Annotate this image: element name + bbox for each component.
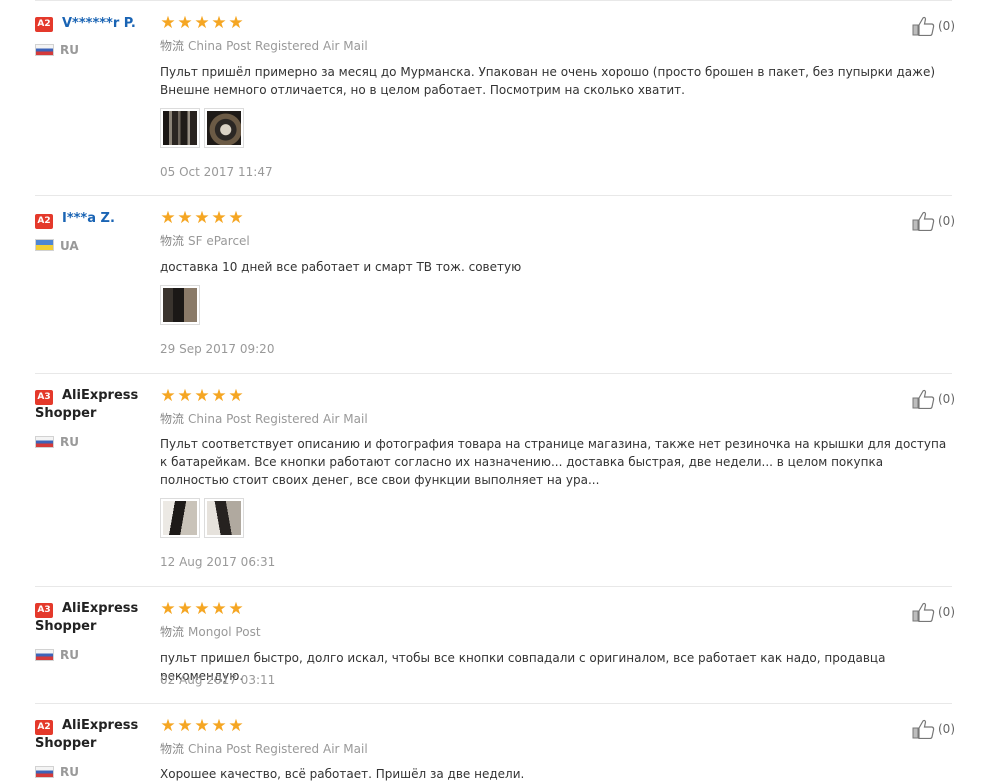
review-text: Пульт соответствует описанию и фотографи… xyxy=(160,437,947,487)
country-flag-icon xyxy=(35,239,54,251)
star-icon: ★ xyxy=(211,716,227,736)
star-icon: ★ xyxy=(194,599,210,619)
thumbs-up-icon xyxy=(912,719,935,739)
reviewer-country: UA xyxy=(60,239,79,253)
review-photos xyxy=(160,108,244,148)
reviewer-name[interactable]: AliExpress Shopper xyxy=(35,600,153,636)
reviewer-name[interactable]: V******r P. xyxy=(62,15,136,33)
star-icon: ★ xyxy=(228,13,244,33)
logistics-info: 物流 China Post Registered Air Mail xyxy=(160,741,368,757)
review-photo-thumbnail[interactable] xyxy=(204,108,244,148)
thumbs-up-icon xyxy=(912,211,935,231)
review-date: 29 Sep 2017 09:20 xyxy=(160,342,275,356)
review-text: Пульт пришёл примерно за месяц до Мурман… xyxy=(160,65,936,97)
buyer-level-badge: A2 xyxy=(35,17,53,32)
star-icon: ★ xyxy=(160,386,176,406)
star-icon: ★ xyxy=(194,716,210,736)
logistics-label: 物流 xyxy=(160,412,185,426)
star-icon: ★ xyxy=(228,208,244,228)
helpful-button[interactable]: (0) xyxy=(912,389,955,409)
star-rating: ★ ★ ★ ★ ★ xyxy=(160,208,244,228)
star-icon: ★ xyxy=(160,716,176,736)
star-icon: ★ xyxy=(211,386,227,406)
star-icon: ★ xyxy=(211,13,227,33)
star-icon: ★ xyxy=(228,716,244,736)
helpful-button[interactable]: (0) xyxy=(912,16,955,36)
review-text: доставка 10 дней все работает и смарт ТВ… xyxy=(160,260,522,274)
review-date: 05 Oct 2017 11:47 xyxy=(160,165,273,179)
helpful-button[interactable]: (0) xyxy=(912,719,955,739)
country-flag-icon xyxy=(35,649,54,661)
review-date: 02 Aug 2017 03:11 xyxy=(160,673,276,687)
logistics-label: 物流 xyxy=(160,234,185,248)
helpful-button[interactable]: (0) xyxy=(912,211,955,231)
helpful-count: (0) xyxy=(938,722,955,736)
helpful-count: (0) xyxy=(938,392,955,406)
country-flag-icon xyxy=(35,766,54,778)
star-rating: ★ ★ ★ ★ ★ xyxy=(160,716,244,736)
helpful-count: (0) xyxy=(938,605,955,619)
review-text: пульт пришел быстро, долго искал, чтобы … xyxy=(160,651,886,683)
star-icon: ★ xyxy=(228,599,244,619)
star-icon: ★ xyxy=(228,386,244,406)
star-rating: ★ ★ ★ ★ ★ xyxy=(160,386,244,406)
helpful-count: (0) xyxy=(938,214,955,228)
reviewer-country: RU xyxy=(60,43,79,57)
star-icon: ★ xyxy=(177,13,193,33)
reviewer-country: RU xyxy=(60,435,79,449)
star-icon: ★ xyxy=(211,208,227,228)
star-icon: ★ xyxy=(211,599,227,619)
logistics-info: 物流 SF eParcel xyxy=(160,233,250,249)
helpful-button[interactable]: (0) xyxy=(912,602,955,622)
review-photo-thumbnail[interactable] xyxy=(160,285,200,325)
reviewer-name[interactable]: AliExpress Shopper xyxy=(35,717,153,753)
star-icon: ★ xyxy=(194,386,210,406)
reviewer-name[interactable]: I***a Z. xyxy=(62,210,115,228)
review-photo-thumbnail[interactable] xyxy=(160,108,200,148)
thumbs-up-icon xyxy=(912,389,935,409)
star-icon: ★ xyxy=(177,716,193,736)
logistics-method: SF eParcel xyxy=(188,234,250,248)
logistics-info: 物流 China Post Registered Air Mail xyxy=(160,411,368,427)
star-rating: ★ ★ ★ ★ ★ xyxy=(160,599,244,619)
logistics-label: 物流 xyxy=(160,742,185,756)
review-item: A3 AliExpress Shopper RU ★ ★ ★ ★ ★ 物流 Mongol … xyxy=(35,587,955,704)
logistics-label: 物流 xyxy=(160,625,185,639)
logistics-method: China Post Registered Air Mail xyxy=(188,742,368,756)
logistics-method: Mongol Post xyxy=(188,625,261,639)
logistics-info: 物流 Mongol Post xyxy=(160,624,261,640)
star-icon: ★ xyxy=(160,599,176,619)
star-icon: ★ xyxy=(177,599,193,619)
reviewer-country: RU xyxy=(60,648,79,662)
logistics-method: China Post Registered Air Mail xyxy=(188,39,368,53)
review-item: A2 I***a Z. UA ★ ★ ★ ★ ★ 物流 SF eParcel достав… xyxy=(35,196,955,374)
star-icon: ★ xyxy=(177,386,193,406)
review-photo-thumbnail[interactable] xyxy=(160,498,200,538)
logistics-method: China Post Registered Air Mail xyxy=(188,412,368,426)
thumbs-up-icon xyxy=(912,602,935,622)
star-rating: ★ ★ ★ ★ ★ xyxy=(160,13,244,33)
star-icon: ★ xyxy=(194,208,210,228)
logistics-label: 物流 xyxy=(160,39,185,53)
buyer-level-badge: A2 xyxy=(35,214,53,229)
review-item: A2 V******r P. RU ★ ★ ★ ★ ★ 物流 China Post Reg… xyxy=(35,0,955,196)
logistics-info: 物流 China Post Registered Air Mail xyxy=(160,38,368,54)
review-text: Хорошее качество, всё работает. Пришёл з… xyxy=(160,767,525,781)
reviewer-country: RU xyxy=(60,765,79,779)
country-flag-icon xyxy=(35,44,54,56)
star-icon: ★ xyxy=(177,208,193,228)
review-photos xyxy=(160,498,244,538)
review-date: 12 Aug 2017 06:31 xyxy=(160,555,276,569)
review-photo-thumbnail[interactable] xyxy=(204,498,244,538)
review-photos xyxy=(160,285,200,325)
country-flag-icon xyxy=(35,436,54,448)
star-icon: ★ xyxy=(160,13,176,33)
review-item: A3 AliExpress Shopper RU ★ ★ ★ ★ ★ 物流 China P… xyxy=(35,374,955,587)
helpful-count: (0) xyxy=(938,19,955,33)
star-icon: ★ xyxy=(160,208,176,228)
reviewer-name[interactable]: AliExpress Shopper xyxy=(35,387,153,423)
star-icon: ★ xyxy=(194,13,210,33)
thumbs-up-icon xyxy=(912,16,935,36)
review-item: A2 AliExpress Shopper RU ★ ★ ★ ★ ★ 物流 China P… xyxy=(35,704,955,781)
